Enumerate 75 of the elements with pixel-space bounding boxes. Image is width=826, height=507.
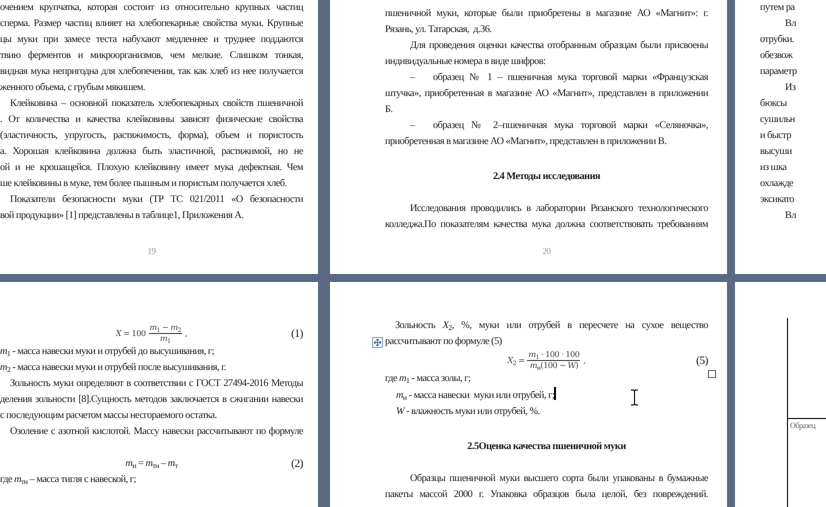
text-line: Показатели безопасности муки (ТР ТС 021/2011 «О безопасности bbox=[9, 193, 303, 207]
text-line: высуши bbox=[760, 145, 792, 159]
page-number: 20 bbox=[541, 246, 552, 256]
text-line: ше клейковины в муке, тем более пышным и пористым получается хлеб. bbox=[0, 177, 287, 191]
text-line: эксикато bbox=[760, 193, 794, 207]
text-line: Образцы пшеничной муки высшего сорта были упакованы в бумажные bbox=[409, 472, 708, 486]
text-line: Вл bbox=[784, 17, 796, 31]
text-line: видная мука непригодна для хлебопечения, так как хлеб из нее получается bbox=[0, 65, 303, 79]
text-line: пшеничной муки, которые были приобретены в магазине АО «Магнит»: г. bbox=[385, 7, 708, 21]
text-line: Для проведения оценки качества отобранным образцам были присвоены bbox=[409, 39, 708, 53]
text-line: образец № 2–пшеничная мука торговой марки «Селяночка», bbox=[433, 119, 708, 133]
text-line: индивидуальные номера в виде шифров: bbox=[385, 55, 546, 69]
text-line: где m$_{1}$ - масса золы, г; bbox=[385, 372, 470, 387]
text-line: (эластичность, упругость, растяжимость, форма), объем и пористость bbox=[0, 129, 303, 143]
equation-number: (5) bbox=[696, 354, 708, 368]
formula-text: m$_{н}$ = m$_{тн}$ – m$_{т}$ bbox=[125, 457, 178, 472]
text-line: Клейковина – основной показатель хлебопекарных свойств пшеничной bbox=[9, 97, 303, 111]
equation-number: (2) bbox=[291, 457, 303, 472]
text-line: цы муки при замесе теста набухают медленнее и труднее поддаются bbox=[0, 33, 303, 47]
text-line: вой продукции» [1] представлены в таблице1, Приложения А. bbox=[0, 209, 244, 223]
text-line: Озоление с азотной кислотой. Массу навески рассчитывают по формуле bbox=[9, 425, 303, 439]
text-line: W - влажность муки или отрубей, %. bbox=[395, 405, 540, 419]
text-line: обезвож bbox=[760, 49, 792, 63]
equation-number: (1) bbox=[291, 326, 303, 342]
text-line: m$_{2}$ - масса навески муки и отрубей после высушивания, г. bbox=[0, 361, 226, 376]
text-line: а. Хорошая клейковина должна быть эластичной, растяжимой, но не bbox=[0, 145, 303, 159]
text-line: образец № 1 – пшеничная мука торговой марки «Французская bbox=[433, 71, 708, 85]
text-line: Зольность X$_{2}$, %, муки или отрубей в пересчете на сухое вещество bbox=[394, 319, 708, 334]
text-line: сперма. Размер частиц влияет на хлебопекарные свойства муки. Крупные bbox=[0, 17, 303, 31]
text-line: колледжа.По показателям качества мука должна соответствовать требованиям bbox=[385, 218, 708, 232]
text-line: приобретенная в магазине АО «Магнит», представлен в приложении В. bbox=[385, 135, 666, 149]
text-line: Из bbox=[784, 81, 796, 95]
table-cell-text: Образец bbox=[790, 421, 816, 431]
resize-handle[interactable] bbox=[708, 370, 716, 378]
formula-numerator: m$_{1}$ − m$_{2}$ bbox=[148, 323, 182, 334]
formula-denominator: m$_{1}$ bbox=[160, 334, 171, 344]
text-line: . От количества и качества клейковины зависят физические свойства bbox=[0, 113, 303, 127]
page-number: 19 bbox=[146, 246, 157, 256]
formula-text: X = 100 bbox=[116, 328, 146, 338]
text-line: и быстр bbox=[760, 129, 792, 143]
text-line: из шка bbox=[760, 161, 786, 175]
text-line: с последующим расчетом массы несгораемого остатка. bbox=[0, 409, 217, 423]
text-line: штучка», приобретенная в магазине АО «Магнит», представлен в приложении bbox=[385, 87, 708, 101]
text-line: Исследования проводились в лаборатории Рязанского технологического bbox=[409, 202, 708, 216]
formula-numerator: m$_{1}$ · 100 · 100 bbox=[527, 350, 580, 361]
text-line: m$_{н}$ - масса навески муки или отрубей, г; bbox=[385, 387, 556, 404]
section-heading: 2.4 Методы исследования bbox=[492, 170, 602, 184]
text-line: m$_{1}$ - масса навески муки и отрубей до высушивания, г; bbox=[0, 345, 214, 360]
text-line: женного объема, с грубым мякишем. bbox=[0, 81, 146, 95]
section-heading: 2.5Оценка качества пшеничной муки bbox=[466, 440, 627, 454]
list-marker: – bbox=[410, 71, 416, 85]
text-line: пакеты массой 2000 г. Упаковка образцов была целой, без повреждений. bbox=[385, 488, 708, 502]
text-line: твию ферментов и микроорганизмов, чем мелкие. Слишком тонкая, bbox=[0, 49, 303, 63]
formula-text: X$_{2}$ = bbox=[508, 356, 524, 366]
text-line: путем ра bbox=[760, 1, 795, 15]
text-line: Б. bbox=[385, 103, 392, 117]
text-line: где m$_{тн}$ – масса тигля с навеской, г; bbox=[0, 473, 136, 488]
text-line: ой и не крошащейся. Плохую клейковину имеет мука дефектная. Чем bbox=[0, 161, 303, 175]
text-line: рассчитывают по формуле (5) bbox=[385, 334, 502, 350]
text-line: отрубки. bbox=[760, 33, 794, 47]
text-line: сушильн bbox=[760, 113, 795, 127]
text-line: деления зольности [8].Сущность методов заключается в сжигании навески bbox=[0, 393, 303, 407]
text-line: Рязань, ул. Татарская, д.36. bbox=[385, 23, 492, 37]
list-marker: – bbox=[410, 119, 416, 133]
move-handle-icon[interactable] bbox=[372, 337, 383, 348]
text-line: Вл bbox=[784, 209, 796, 223]
formula-text: , bbox=[185, 328, 188, 338]
text-line: параметр bbox=[760, 65, 797, 79]
formula-text: , bbox=[583, 356, 586, 366]
text-line: охлажде bbox=[760, 177, 794, 191]
text-cursor-icon bbox=[630, 389, 639, 406]
text-line: Зольность муки определяют в соответствии с ГОСТ 27494-2016 Методы bbox=[9, 377, 303, 391]
text-line: бюксы bbox=[760, 97, 787, 111]
text-line: очением крупчатка, которая состоит из относительно крупных частиц bbox=[0, 1, 303, 15]
formula-denominator: m$_{н}$(100 − W) bbox=[530, 361, 578, 371]
